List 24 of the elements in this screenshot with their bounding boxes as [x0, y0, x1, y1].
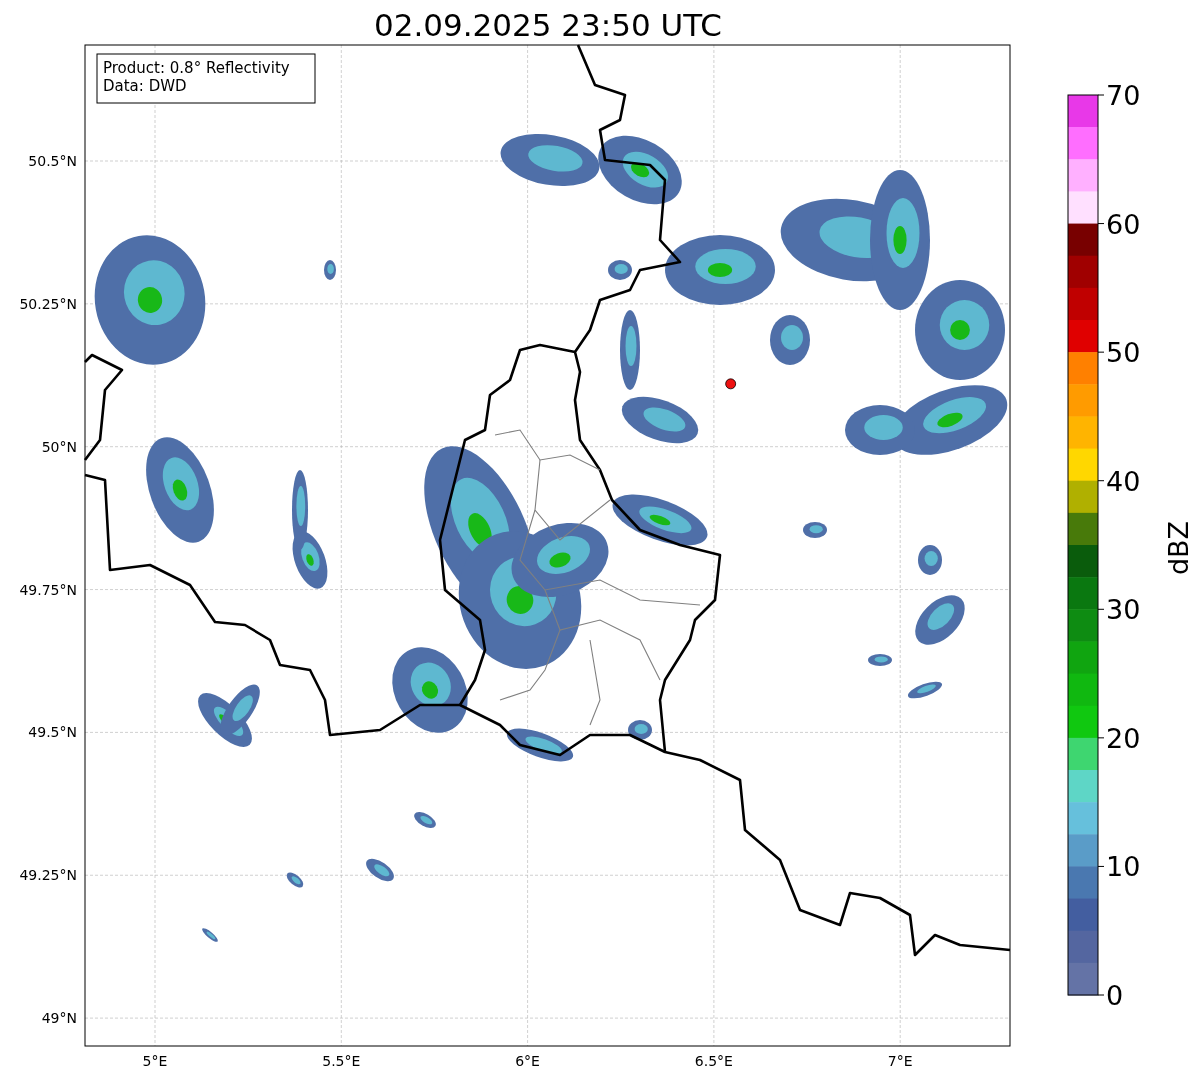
colorbar-label: dBZ — [1163, 520, 1194, 576]
latitude-label: 50.5°N — [28, 153, 77, 169]
longitude-label: 5°E — [142, 1053, 168, 1069]
longitude-label: 6°E — [515, 1053, 540, 1069]
colorbar-tick-label: 60 — [1106, 208, 1141, 240]
longitude-label: 5.5°E — [322, 1053, 361, 1069]
latitude-label: 50°N — [41, 438, 77, 455]
radar-site-marker — [725, 378, 737, 390]
colorbar-tick-label: 0 — [1106, 980, 1124, 1011]
colorbar-tick-label: 20 — [1106, 722, 1141, 754]
latitude-label: 49.75°N — [19, 581, 77, 598]
colorbar-tick-label: 10 — [1106, 851, 1141, 883]
longitude-label: 7°E — [887, 1053, 913, 1069]
latitude-label: 49°N — [41, 1010, 77, 1027]
longitude-label: 6.5°E — [694, 1053, 733, 1069]
colorbar-tick-label: 30 — [1106, 594, 1141, 626]
colorbar-tick-label: 70 — [1106, 80, 1141, 111]
latitude-label: 49.5°N — [28, 724, 77, 741]
latitude-label: 50.25°N — [19, 295, 77, 312]
info-box: Product: 0.8° Reflectivity Data: DWD — [96, 53, 316, 104]
colorbar-tick-label: 50 — [1106, 337, 1141, 369]
chart-title: 02.09.2025 23:50 UTC — [374, 7, 722, 43]
latitude-label: 49.25°N — [19, 867, 77, 884]
colorbar-tick-label: 40 — [1106, 465, 1141, 497]
